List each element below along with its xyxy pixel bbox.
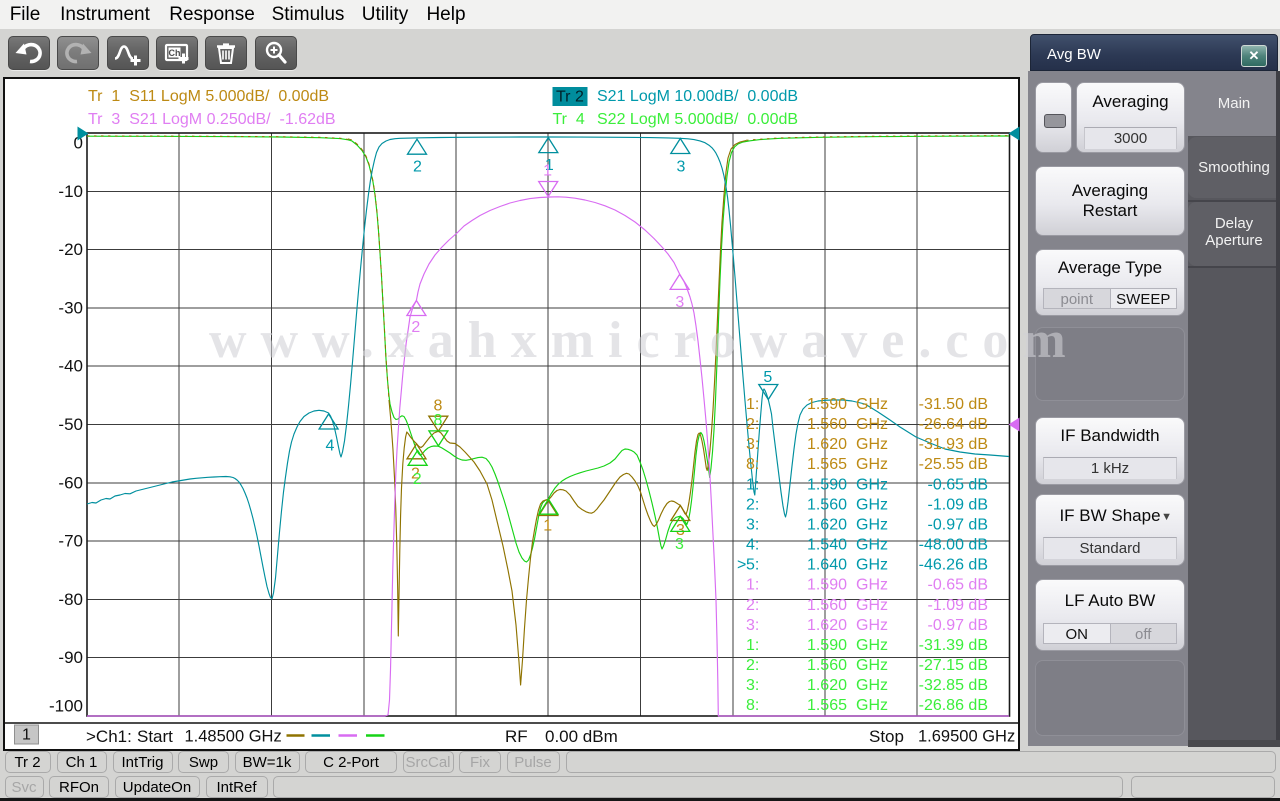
svg-text:1.590: 1.590 — [807, 476, 847, 493]
svg-text:1.620: 1.620 — [807, 617, 847, 634]
svg-text:-30: -30 — [58, 298, 83, 317]
svg-text:GHz: GHz — [856, 517, 888, 534]
svg-text:-100: -100 — [49, 697, 83, 716]
svg-text:3:: 3: — [746, 436, 759, 453]
svg-text:1.640: 1.640 — [807, 557, 847, 574]
svg-text:GHz: GHz — [856, 637, 888, 654]
svg-text:-80: -80 — [58, 590, 83, 609]
svg-text:-0.65 dB: -0.65 dB — [928, 577, 988, 594]
svg-text:GHz: GHz — [856, 416, 888, 433]
svg-text:1.69500 GHz: 1.69500 GHz — [918, 728, 1015, 746]
svg-text:-26.64 dB: -26.64 dB — [919, 416, 988, 433]
svg-text:GHz: GHz — [856, 697, 888, 714]
svg-text:1.560: 1.560 — [807, 496, 847, 513]
svg-text:GHz: GHz — [856, 677, 888, 694]
svg-text:-31.39 dB: -31.39 dB — [919, 637, 988, 654]
svg-text:S21 LogM 10.00dB/ 0.00dB: S21 LogM 10.00dB/ 0.00dB — [597, 88, 798, 105]
svg-text:1.620: 1.620 — [807, 677, 847, 694]
svg-text:3:: 3: — [746, 617, 759, 634]
svg-text:-1.09 dB: -1.09 dB — [928, 597, 988, 614]
svg-text:1.590: 1.590 — [807, 396, 847, 413]
svg-text:GHz: GHz — [856, 577, 888, 594]
svg-text:Tr 4: Tr 4 — [553, 111, 585, 128]
svg-text:Tr 1 S11 LogM 5.000dB/ 0.00: Tr 1 S11 LogM 5.000dB/ 0.00dB — [88, 88, 329, 105]
svg-text:-0.97 dB: -0.97 dB — [928, 517, 988, 534]
svg-text:5:: 5: — [746, 557, 759, 574]
svg-text:8: 8 — [434, 412, 443, 429]
svg-text:1.48500 GHz: 1.48500 GHz — [185, 728, 282, 746]
svg-text:Stop: Stop — [869, 727, 904, 746]
svg-text:GHz: GHz — [856, 396, 888, 413]
svg-text:GHz: GHz — [856, 597, 888, 614]
svg-text:-60: -60 — [58, 473, 83, 492]
svg-text:RF: RF — [505, 727, 528, 746]
svg-text:1.620: 1.620 — [807, 517, 847, 534]
svg-text:GHz: GHz — [856, 436, 888, 453]
svg-text:2:: 2: — [746, 416, 759, 433]
svg-text:GHz: GHz — [856, 617, 888, 634]
svg-text:5: 5 — [763, 369, 772, 386]
svg-text:1.560: 1.560 — [807, 597, 847, 614]
svg-text:2: 2 — [413, 471, 422, 488]
svg-text:4: 4 — [326, 438, 335, 455]
svg-text:1:: 1: — [746, 476, 759, 493]
svg-text:8:: 8: — [746, 697, 759, 714]
svg-text:-25.55 dB: -25.55 dB — [919, 456, 988, 473]
svg-text:-31.93 dB: -31.93 dB — [919, 436, 988, 453]
svg-text:-10: -10 — [58, 182, 83, 201]
svg-text:1:: 1: — [746, 577, 759, 594]
svg-text:GHz: GHz — [856, 657, 888, 674]
svg-text:-48.00 dB: -48.00 dB — [919, 537, 988, 554]
svg-text:-90: -90 — [58, 648, 83, 667]
svg-text:4:: 4: — [746, 537, 759, 554]
svg-text:GHz: GHz — [856, 557, 888, 574]
svg-text:>Ch1:: >Ch1: — [86, 727, 132, 746]
svg-text:1.560: 1.560 — [807, 657, 847, 674]
svg-text:>: > — [737, 557, 746, 574]
svg-text:1.560: 1.560 — [807, 416, 847, 433]
svg-text:-26.86 dB: -26.86 dB — [919, 697, 988, 714]
svg-text:GHz: GHz — [856, 496, 888, 513]
svg-text:-0.97 dB: -0.97 dB — [928, 617, 988, 634]
svg-text:1:: 1: — [746, 637, 759, 654]
svg-text:1.590: 1.590 — [807, 577, 847, 594]
svg-text:3: 3 — [675, 294, 684, 311]
svg-text:-40: -40 — [58, 357, 83, 376]
svg-text:3:: 3: — [746, 677, 759, 694]
svg-text:-70: -70 — [58, 532, 83, 551]
svg-text:1.540: 1.540 — [807, 537, 847, 554]
svg-text:GHz: GHz — [856, 537, 888, 554]
svg-text:2:: 2: — [746, 496, 759, 513]
svg-text:-20: -20 — [58, 240, 83, 259]
svg-text:1: 1 — [543, 163, 552, 180]
svg-text:2:: 2: — [746, 657, 759, 674]
svg-text:3: 3 — [675, 536, 684, 553]
svg-text:-46.26 dB: -46.26 dB — [919, 557, 988, 574]
svg-text:Tr 3 S21 LogM 0.250dB/ -1.6: Tr 3 S21 LogM 0.250dB/ -1.62dB — [88, 111, 336, 128]
svg-text:1: 1 — [22, 727, 31, 744]
svg-text:Start: Start — [137, 727, 173, 746]
svg-text:8:: 8: — [746, 456, 759, 473]
svg-text:1.565: 1.565 — [807, 456, 847, 473]
svg-text:GHz: GHz — [856, 456, 888, 473]
svg-text:GHz: GHz — [856, 476, 888, 493]
svg-text:-32.85 dB: -32.85 dB — [919, 677, 988, 694]
svg-text:-50: -50 — [58, 415, 83, 434]
svg-text:0.00 dBm: 0.00 dBm — [545, 727, 618, 746]
svg-text:-31.50 dB: -31.50 dB — [919, 396, 988, 413]
svg-text:1.620: 1.620 — [807, 436, 847, 453]
svg-text:1.590: 1.590 — [807, 637, 847, 654]
svg-text:2:: 2: — [746, 597, 759, 614]
svg-text:-0.65 dB: -0.65 dB — [928, 476, 988, 493]
svg-text:1:: 1: — [746, 396, 759, 413]
svg-text:3:: 3: — [746, 517, 759, 534]
svg-text:1: 1 — [543, 518, 552, 535]
svg-text:-27.15 dB: -27.15 dB — [919, 657, 988, 674]
svg-text:-1.09 dB: -1.09 dB — [928, 496, 988, 513]
svg-text:Tr 2: Tr 2 — [556, 89, 584, 106]
svg-text:S22 LogM 5.000dB/ 0.00dB: S22 LogM 5.000dB/ 0.00dB — [597, 111, 798, 128]
svg-text:3: 3 — [677, 159, 686, 176]
svg-text:2: 2 — [413, 159, 422, 176]
svg-text:1.565: 1.565 — [807, 697, 847, 714]
